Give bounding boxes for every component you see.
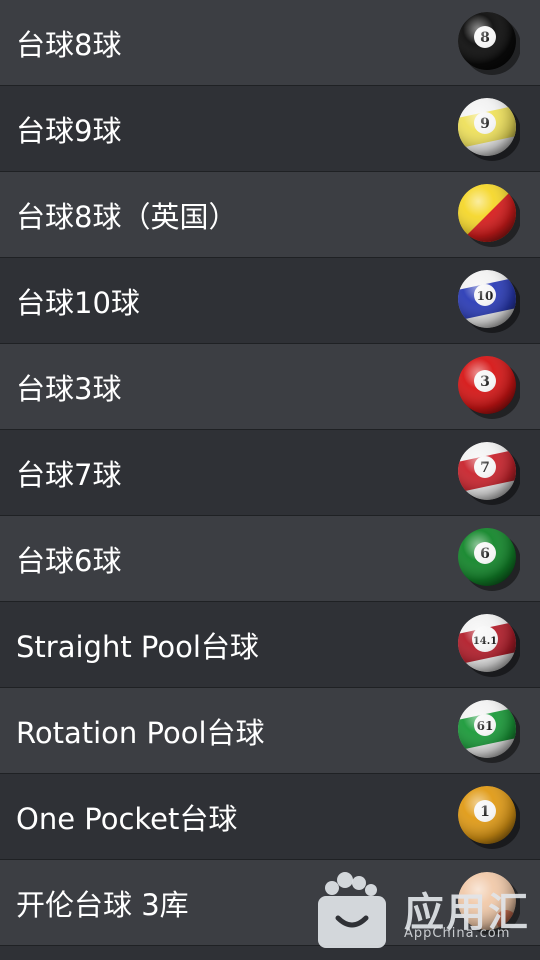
- list-item-one-pocket[interactable]: One Pocket台球 1: [0, 774, 540, 860]
- ball-1-icon: 1: [458, 785, 520, 849]
- list-item-8ball-uk[interactable]: 台球8球（英国）: [0, 172, 540, 258]
- list-item-label: 台球3球: [16, 371, 122, 406]
- ball-61-icon: 61: [458, 699, 520, 763]
- ball-shine: [458, 527, 516, 586]
- game-mode-list: 台球8球 8 台球9球 9 台球8球（英国） 台球10球 10 台球3球 3 台…: [0, 0, 540, 960]
- list-item-label: 台球7球: [16, 457, 122, 492]
- list-item-straight-pool[interactable]: Straight Pool台球 14.1: [0, 602, 540, 688]
- list-item-label: 台球10球: [16, 285, 140, 320]
- ball-10-icon: 10: [458, 269, 520, 333]
- ball-3-icon: 3: [458, 355, 520, 419]
- ball-6-icon: 6: [458, 527, 520, 591]
- ball-shine: [458, 785, 516, 844]
- list-item-rotation-pool[interactable]: Rotation Pool台球 61: [0, 688, 540, 774]
- list-item-label: 台球8球（英国）: [16, 199, 238, 234]
- ball-9-icon: 9: [458, 97, 520, 161]
- list-item-label: One Pocket台球: [16, 801, 238, 836]
- list-item-6ball[interactable]: 台球6球 6: [0, 516, 540, 602]
- ball-shine: [458, 441, 516, 500]
- ball-8-icon: 8: [458, 11, 520, 75]
- ball-shine: [458, 97, 516, 156]
- carom-ball-icon: [458, 871, 520, 935]
- ball-shine: [458, 613, 516, 672]
- ball-shine: [458, 11, 516, 70]
- list-item-3ball[interactable]: 台球3球 3: [0, 344, 540, 430]
- list-item-label: 台球9球: [16, 113, 122, 148]
- ball-shine: [458, 269, 516, 328]
- list-item-7ball[interactable]: 台球7球 7: [0, 430, 540, 516]
- list-item-10ball[interactable]: 台球10球 10: [0, 258, 540, 344]
- ball-shine: [458, 183, 516, 242]
- list-item-9ball[interactable]: 台球9球 9: [0, 86, 540, 172]
- list-item-label: Rotation Pool台球: [16, 715, 265, 750]
- list-item-label: 台球8球: [16, 27, 122, 62]
- list-item-8ball[interactable]: 台球8球 8: [0, 0, 540, 86]
- list-item-label: 开伦台球 3库: [16, 887, 189, 922]
- ball-uk-icon: [458, 183, 520, 247]
- ball-14-1-icon: 14.1: [458, 613, 520, 677]
- ball-7-icon: 7: [458, 441, 520, 505]
- ball-shine: [458, 871, 516, 930]
- list-item-label: 台球6球: [16, 543, 122, 578]
- ball-shine: [458, 355, 516, 414]
- list-item-label: Straight Pool台球: [16, 629, 259, 664]
- list-item-carom-3cushion[interactable]: 开伦台球 3库: [0, 860, 540, 946]
- ball-shine: [458, 699, 516, 758]
